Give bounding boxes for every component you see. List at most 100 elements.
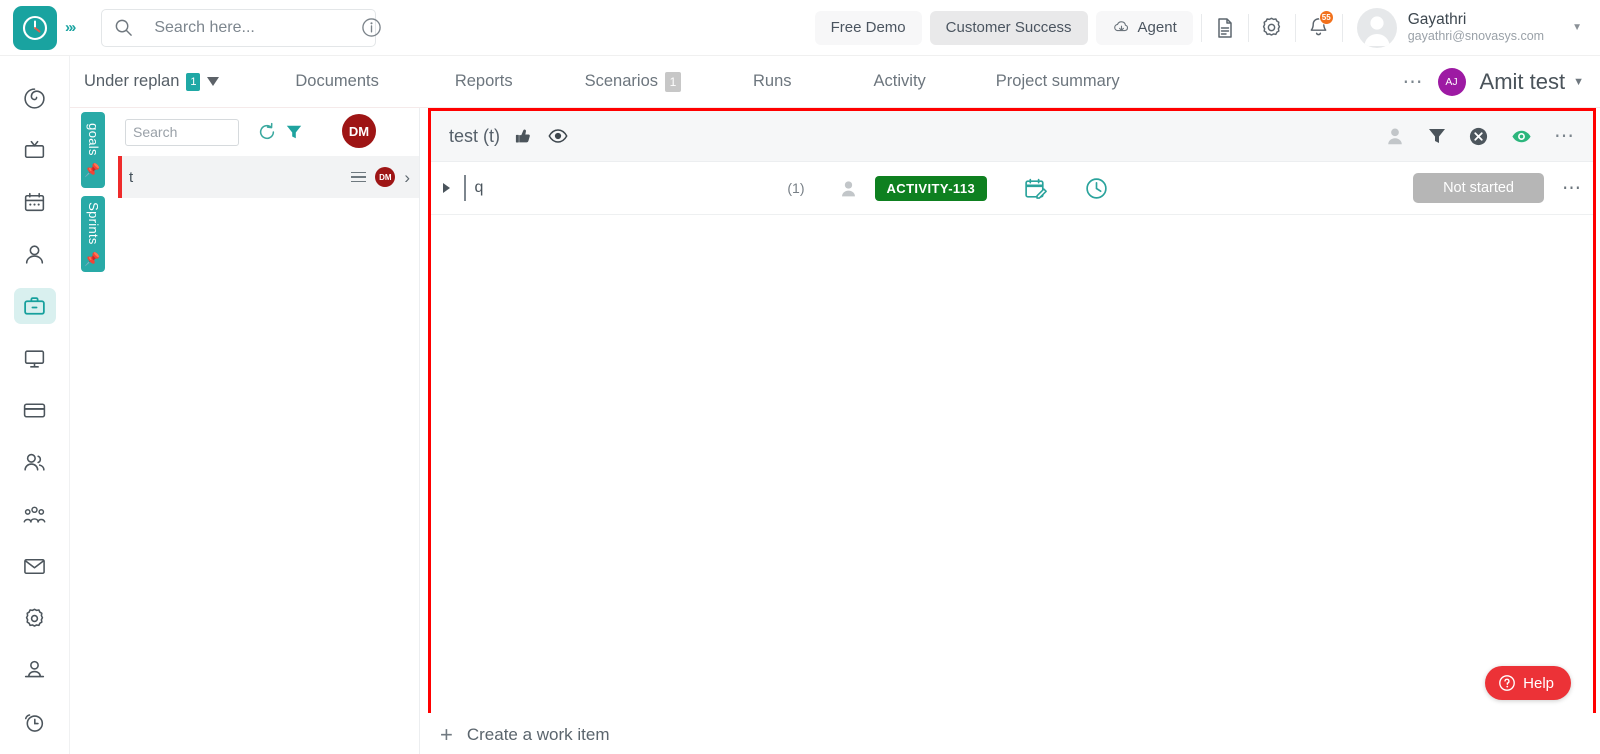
agent-button[interactable]: Agent [1095,10,1193,45]
app-root: »› Free Demo Custo [0,0,1600,754]
board-header: test (t) ⋯ [431,111,1593,162]
sidebar-tab-goals[interactable]: 📌 goals [81,112,105,188]
tab-reports[interactable]: Reports [455,72,513,91]
tab-runs-label: Runs [753,72,792,90]
person-filled-icon[interactable] [1384,125,1406,147]
chevron-right-icon[interactable]: › [404,169,410,186]
rail-item-tv[interactable] [14,132,56,168]
calendar-icon [24,192,45,211]
work-item-title: q [474,179,484,196]
nav-under-replan-badge: 1 [186,72,201,91]
app-logo[interactable] [13,5,57,50]
search-icon [114,18,133,37]
rail-item-user[interactable] [14,236,56,272]
clear-filter-icon[interactable] [1468,126,1489,147]
tv-icon [24,140,45,158]
tab-documents[interactable]: Documents [295,72,378,91]
document-icon[interactable] [1202,0,1248,56]
search-input[interactable] [154,18,362,37]
tab-activity[interactable]: Activity [874,72,926,91]
rail-item-briefcase[interactable] [13,288,56,324]
create-work-item-row[interactable]: + Create a work item [428,715,1596,754]
user-menu-chevron-down-icon[interactable]: ▼ [1572,22,1582,33]
tab-project-summary[interactable]: Project summary [996,72,1120,91]
thumbs-up-icon[interactable] [514,127,533,146]
rail-item-users[interactable] [14,444,56,480]
filter-icon[interactable] [285,123,303,141]
user-name: Gayathri [1407,11,1467,28]
left-icon-rail [0,56,70,754]
nav-under-replan[interactable]: Under replan 1 [84,72,220,91]
refresh-icon[interactable] [257,122,277,142]
hamburger-icon[interactable] [351,171,367,183]
project-chevron-down-icon[interactable]: ▼ [1573,76,1584,88]
chevrons-right-icon[interactable]: »› [65,19,76,36]
work-item-board: test (t) ⋯ q (1) ACTIVITY-113 Not starte… [428,108,1596,713]
info-circle-icon[interactable] [361,17,382,38]
nav-ellipsis-icon[interactable]: ⋯ [1403,72,1424,92]
rail-item-team[interactable] [14,496,56,532]
free-demo-button[interactable]: Free Demo [814,10,922,45]
help-button[interactable]: Help [1485,666,1571,700]
avatar[interactable] [1356,7,1397,48]
eye-icon[interactable] [547,125,569,147]
sidebar-tab-sprints[interactable]: 📌 Sprints [81,196,105,272]
list-avatar[interactable]: DM [342,114,376,148]
rail-item-settings[interactable] [14,600,56,636]
notification-bell[interactable]: 55 [1296,0,1342,56]
board-header-actions: ⋯ [1384,125,1575,148]
card-icon [23,402,46,418]
create-work-item-label: Create a work item [466,724,610,744]
agent-label: Agent [1137,19,1177,36]
rail-item-person-desk[interactable] [14,652,56,688]
table-row[interactable]: q (1) ACTIVITY-113 Not started ⋯ [431,162,1593,215]
customer-success-button[interactable]: Customer Success [929,10,1088,45]
work-item-list-panel: DM t DM › [118,108,420,754]
list-item-title: t [129,168,134,186]
rail-item-spiral[interactable] [14,80,56,116]
user-info[interactable]: Gayathri gayathri@snovasys.com [1408,10,1544,45]
clock-icon[interactable] [1084,176,1109,201]
watch-eye-icon[interactable] [1510,125,1533,148]
briefcase-icon [24,296,45,315]
calendar-edit-icon[interactable] [1023,176,1048,201]
tab-activity-label: Activity [873,72,926,90]
global-search[interactable] [101,8,382,47]
alarm-clock-icon [24,713,44,732]
rail-item-monitor[interactable] [14,340,56,376]
nav-under-replan-caret-icon[interactable] [207,77,220,86]
rail-item-card[interactable] [14,392,56,428]
list-search-input[interactable] [125,118,239,146]
tab-scenarios[interactable]: Scenarios 1 [584,71,681,92]
caret-right-icon[interactable] [443,183,450,193]
gear-icon[interactable] [1249,0,1295,56]
board-empty-area: Help [431,215,1593,713]
rail-item-calendar[interactable] [14,184,56,220]
rail-item-mail[interactable] [14,548,56,584]
user-icon [25,244,44,264]
person-filled-icon[interactable] [838,178,859,199]
list-item[interactable]: t DM › [118,156,419,198]
mail-icon [24,558,45,574]
tab-documents-label: Documents [295,72,379,90]
clock-logo-icon [22,15,48,40]
person-desk-icon [24,660,45,677]
status-badge[interactable]: Not started [1413,173,1544,203]
activity-tag[interactable]: ACTIVITY-113 [874,175,988,201]
list-avatar-initials: DM [348,123,370,139]
project-nav-bar: Under replan 1 Documents Reports Scenari… [70,56,1600,108]
header-right-cluster: Free Demo Customer Success Agent 55 Gaya… [814,0,1600,56]
work-item-title-cell[interactable]: q [464,175,483,201]
tab-scenarios-label: Scenarios [584,72,658,90]
project-avatar[interactable]: AJ [1437,67,1466,96]
notification-count-badge: 55 [1318,9,1334,25]
list-item-avatar[interactable]: DM [375,167,396,187]
funnel-icon[interactable] [1427,126,1447,146]
board-ellipsis-icon[interactable]: ⋯ [1554,126,1575,146]
tab-runs[interactable]: Runs [753,72,792,91]
row-ellipsis-icon[interactable]: ⋯ [1562,179,1581,198]
rail-item-alarm-clock[interactable] [14,704,56,740]
free-demo-label: Free Demo [830,19,906,36]
project-name[interactable]: Amit test [1480,69,1566,95]
cloud-download-icon [1112,18,1131,37]
